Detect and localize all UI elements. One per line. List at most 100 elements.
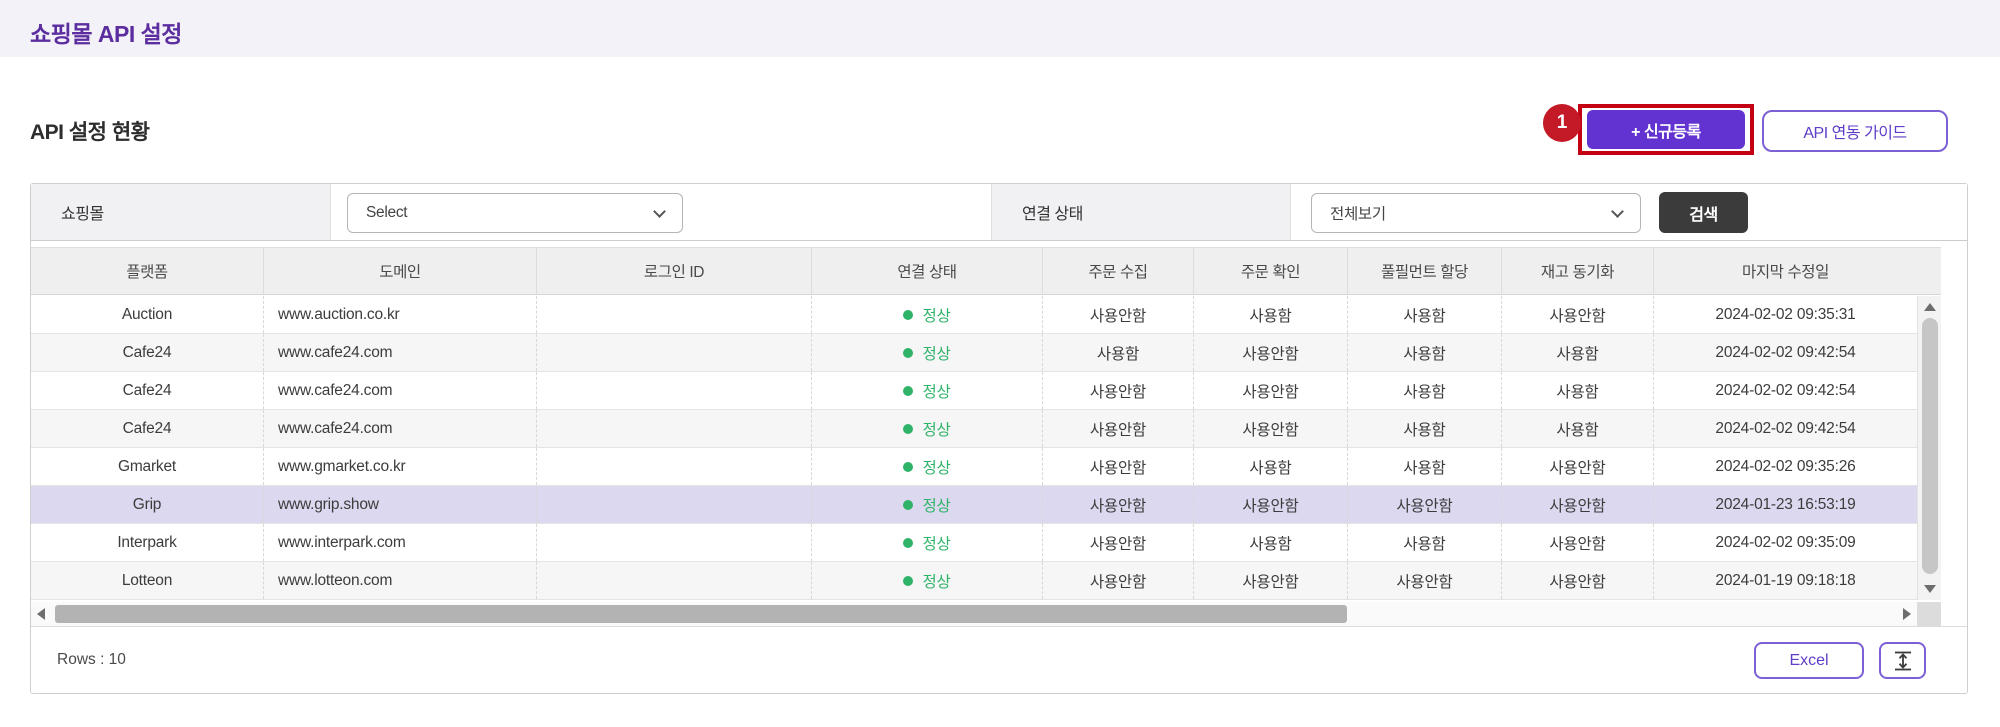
cell-login-id [537,296,812,333]
table-footer: Rows : 10 Excel [31,626,1967,693]
cell-domain: www.cafe24.com [264,372,537,409]
status-select-value: 전체보기 [1330,202,1386,224]
cell-platform: Cafe24 [31,334,264,371]
column-header-login-id: 로그인 ID [537,248,812,294]
cell-order-confirm: 사용안함 [1194,334,1348,371]
column-header-modified: 마지막 수정일 [1654,248,1917,294]
cell-connection-status: 정상 [812,410,1043,447]
scroll-down-icon[interactable] [1924,585,1936,593]
table-row[interactable]: Lotteon www.lotteon.com 정상 사용안함 사용안함 사용안… [31,562,1917,600]
cell-modified: 2024-02-02 09:35:09 [1654,524,1917,561]
cell-connection-status: 정상 [812,562,1043,599]
cell-connection-status: 정상 [812,524,1043,561]
cell-fulfillment: 사용함 [1348,448,1502,485]
vertical-scrollbar-thumb[interactable] [1922,318,1938,574]
cell-domain: www.interpark.com [264,524,537,561]
column-header-scroll-gutter [1917,248,1941,294]
cell-order-collect: 사용안함 [1043,448,1194,485]
cell-stock-sync: 사용안함 [1502,296,1654,333]
cell-connection-status: 정상 [812,486,1043,523]
status-text: 정상 [922,342,950,364]
status-dot-icon [903,424,913,434]
scroll-left-icon[interactable] [37,608,45,620]
cell-platform: Gmarket [31,448,264,485]
cell-fulfillment: 사용안함 [1348,486,1502,523]
cell-stock-sync: 사용함 [1502,334,1654,371]
cell-stock-sync: 사용함 [1502,410,1654,447]
cell-domain: www.cafe24.com [264,410,537,447]
new-register-button[interactable]: + 신규등록 [1587,110,1745,149]
cell-login-id [537,486,812,523]
cell-domain: www.auction.co.kr [264,296,537,333]
search-button[interactable]: 검색 [1659,192,1748,233]
horizontal-scrollbar-thumb[interactable] [55,605,1347,623]
cell-fulfillment: 사용함 [1348,372,1502,409]
column-header-status: 연결 상태 [812,248,1043,294]
cell-login-id [537,410,812,447]
status-text: 정상 [922,570,950,592]
cell-domain: www.gmarket.co.kr [264,448,537,485]
cell-fulfillment: 사용함 [1348,334,1502,371]
column-header-order-confirm: 주문 확인 [1194,248,1348,294]
table-row[interactable]: Cafe24 www.cafe24.com 정상 사용안함 사용안함 사용함 사… [31,372,1917,410]
shopping-mall-api-settings-screen: 쇼핑몰 API 설정 API 설정 현황 1 + 신규등록 API 연동 가이드… [0,0,2000,727]
cell-order-collect: 사용안함 [1043,486,1194,523]
expand-height-icon [1892,650,1914,672]
shop-select-value: Select [366,204,407,222]
column-header-stock-sync: 재고 동기화 [1502,248,1654,294]
shop-select[interactable]: Select [347,193,683,233]
api-settings-panel: 쇼핑몰 Select 연결 상태 전체보기 검색 플랫폼 도메인 로그인 ID … [30,183,1968,694]
column-header-domain: 도메인 [264,248,537,294]
cell-fulfillment: 사용함 [1348,296,1502,333]
api-guide-button[interactable]: API 연동 가이드 [1762,110,1948,152]
table-row[interactable]: Cafe24 www.cafe24.com 정상 사용함 사용안함 사용함 사용… [31,334,1917,372]
cell-modified: 2024-02-02 09:42:54 [1654,410,1917,447]
excel-export-button[interactable]: Excel [1754,642,1864,679]
horizontal-scrollbar[interactable] [31,602,1917,626]
table-row[interactable]: Gmarket www.gmarket.co.kr 정상 사용안함 사용함 사용… [31,448,1917,486]
status-text: 정상 [922,418,950,440]
vertical-scrollbar[interactable] [1917,296,1941,600]
cell-login-id [537,372,812,409]
cell-order-confirm: 사용안함 [1194,372,1348,409]
cell-order-confirm: 사용안함 [1194,562,1348,599]
cell-stock-sync: 사용안함 [1502,448,1654,485]
cell-platform: Cafe24 [31,410,264,447]
status-dot-icon [903,348,913,358]
scroll-up-icon[interactable] [1924,303,1936,311]
table-row[interactable]: Interpark www.interpark.com 정상 사용안함 사용함 … [31,524,1917,562]
table-row[interactable]: Auction www.auction.co.kr 정상 사용안함 사용함 사용… [31,296,1917,334]
status-dot-icon [903,462,913,472]
cell-order-confirm: 사용함 [1194,296,1348,333]
cell-order-confirm: 사용안함 [1194,486,1348,523]
connection-status-filter-label: 연결 상태 [991,184,1291,240]
cell-platform: Auction [31,296,264,333]
cell-connection-status: 정상 [812,448,1043,485]
cell-fulfillment: 사용안함 [1348,562,1502,599]
shop-filter-label: 쇼핑몰 [31,184,331,240]
table-row[interactable]: Grip www.grip.show 정상 사용안함 사용안함 사용안함 사용안… [31,486,1917,524]
cell-order-collect: 사용안함 [1043,562,1194,599]
cell-modified: 2024-02-02 09:42:54 [1654,334,1917,371]
cell-order-collect: 사용안함 [1043,296,1194,333]
status-text: 정상 [922,456,950,478]
cell-fulfillment: 사용함 [1348,410,1502,447]
status-text: 정상 [922,532,950,554]
status-dot-icon [903,310,913,320]
status-dot-icon [903,576,913,586]
chevron-down-icon [653,205,666,218]
cell-modified: 2024-02-02 09:42:54 [1654,372,1917,409]
status-text: 정상 [922,494,950,516]
cell-order-collect: 사용안함 [1043,372,1194,409]
resize-height-button[interactable] [1879,642,1926,679]
connection-status-select[interactable]: 전체보기 [1311,193,1641,233]
table-row[interactable]: Cafe24 www.cafe24.com 정상 사용안함 사용안함 사용함 사… [31,410,1917,448]
scroll-right-icon[interactable] [1903,608,1911,620]
column-header-platform: 플랫폼 [31,248,264,294]
annotation-highlight-box: + 신규등록 [1578,104,1754,155]
cell-stock-sync: 사용안함 [1502,562,1654,599]
status-dot-icon [903,386,913,396]
cell-order-collect: 사용안함 [1043,524,1194,561]
cell-connection-status: 정상 [812,372,1043,409]
cell-platform: Grip [31,486,264,523]
